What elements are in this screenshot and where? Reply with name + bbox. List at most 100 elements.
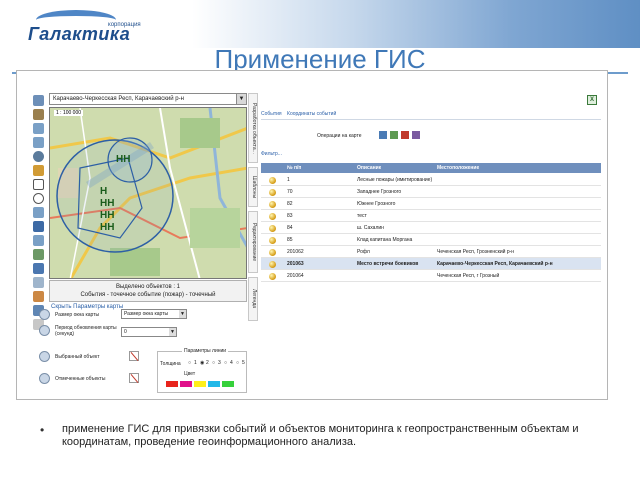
tab-editing[interactable]: Редактирование: [248, 211, 258, 273]
event-icon: [269, 189, 276, 196]
table-row[interactable]: 83 тест: [261, 210, 601, 222]
table-row[interactable]: 201063 Место встречи боевиков Карачаево-Че…: [261, 258, 601, 270]
table-row[interactable]: 82 Южнее Грозного: [261, 198, 601, 210]
event-icon: [269, 261, 276, 268]
map-size-label: Размер окна карты: [55, 312, 100, 318]
tab-event-coords[interactable]: Координаты событий: [287, 111, 336, 117]
thickness-radio[interactable]: ○: [236, 360, 239, 366]
marker-icon: [39, 373, 50, 384]
table-row[interactable]: 85 Клад капитана Моргана: [261, 234, 601, 246]
color-swatch-yellow[interactable]: [194, 381, 206, 387]
tab-templates[interactable]: Шаблоны: [248, 167, 258, 207]
chevron-down-icon[interactable]: ▼: [169, 328, 176, 336]
zoom-out-icon[interactable]: [33, 137, 44, 148]
table-row[interactable]: 201064 Чеченская Респ, г Грозный: [261, 270, 601, 282]
tab-events[interactable]: События: [261, 111, 282, 117]
color-swatch-green[interactable]: [222, 381, 234, 387]
table-row[interactable]: 84 ш. Сахалин: [261, 222, 601, 234]
tab-object-development[interactable]: Разработка объекта...: [248, 93, 258, 163]
column-description[interactable]: Описание: [357, 163, 381, 173]
refresh-value: 0: [124, 329, 127, 335]
refresh-label: Период обновления карты (секунд): [55, 325, 117, 337]
map-symbol[interactable]: НН: [100, 222, 114, 233]
route-icon[interactable]: [33, 249, 44, 260]
region-select[interactable]: Карачаево-Черкесская Респ, Карачаевский …: [49, 93, 247, 105]
table-row[interactable]: 201062 Рофл Чеченская Респ, Грозненский р-…: [261, 246, 601, 258]
thickness-radio[interactable]: ○: [224, 360, 227, 366]
polygon-icon[interactable]: [33, 179, 44, 190]
remove-from-map-icon[interactable]: [401, 131, 409, 139]
gis-screenshot: Карачаево-Черкесская Респ, Карачаевский …: [16, 70, 608, 400]
chevron-down-icon[interactable]: ▼: [236, 94, 246, 104]
selection-count: Выделено объектов : 1: [115, 284, 180, 290]
table-row[interactable]: 70 Западнее Грозного: [261, 186, 601, 198]
vertical-tabs: Разработка объекта... Шаблоны Редактиров…: [248, 93, 258, 323]
row-number: 83: [287, 213, 293, 219]
selected-pen-icon[interactable]: [129, 351, 139, 361]
selection-detail: События - точечное событие (пожар) - точ…: [80, 292, 216, 298]
map-size-select[interactable]: Размер окна карты ▼: [121, 309, 187, 319]
logo-small-text: корпорация: [108, 22, 141, 28]
thickness-option: 3: [218, 360, 221, 366]
measure-icon[interactable]: [33, 207, 44, 218]
event-icon: [269, 201, 276, 208]
row-description: Клад капитана Моргана: [357, 237, 413, 243]
link-object-icon[interactable]: [412, 131, 420, 139]
map-canvas: [50, 108, 246, 278]
event-icon: [269, 177, 276, 184]
pan-tool-icon[interactable]: [33, 95, 44, 106]
slide-caption: применение ГИС для привязки событий и об…: [62, 423, 579, 448]
row-number: 1: [287, 177, 290, 183]
map-symbol[interactable]: НН: [100, 198, 114, 209]
filter-link[interactable]: Фильтр...: [261, 151, 282, 157]
table-row[interactable]: 1 Лесные пожары (имитирование): [261, 174, 601, 186]
export-icon[interactable]: X: [587, 95, 597, 105]
color-swatch-magenta[interactable]: [180, 381, 192, 387]
selection-info: Выделено объектов : 1 События - точечное…: [49, 280, 247, 302]
line-params-box: Параметры линии Толщина ○ 1 ◉ 2 ○ 3 ○ 4 ○ 5 Ц…: [157, 348, 247, 393]
row-number: 70: [287, 189, 293, 195]
show-on-map-icon[interactable]: [379, 131, 387, 139]
zoom-in-icon[interactable]: [33, 123, 44, 134]
color-swatch-cyan[interactable]: [208, 381, 220, 387]
refresh-select[interactable]: 0 ▼: [121, 327, 177, 337]
row-number: 201063: [287, 261, 304, 267]
map-symbol[interactable]: НН: [100, 210, 114, 221]
map-scale: 1 : 100 000: [54, 110, 84, 116]
print-icon[interactable]: [33, 277, 44, 288]
search-icon[interactable]: [33, 263, 44, 274]
column-location[interactable]: Местоположение: [437, 163, 479, 173]
flag-icon[interactable]: [33, 291, 44, 302]
thickness-radio[interactable]: ○: [188, 360, 191, 366]
tabs-divider: [261, 119, 601, 120]
tab-legend[interactable]: Легенда: [248, 277, 258, 321]
circle-icon[interactable]: [33, 193, 44, 204]
column-number[interactable]: № п/п: [287, 163, 301, 173]
row-number: 201064: [287, 273, 304, 279]
clock-icon: [39, 325, 50, 336]
marked-pen-icon[interactable]: [129, 373, 139, 383]
thickness-option: 4: [230, 360, 233, 366]
event-icon: [269, 213, 276, 220]
thickness-radio[interactable]: ○: [212, 360, 215, 366]
row-number: 84: [287, 225, 293, 231]
rotate-icon[interactable]: [33, 151, 44, 162]
window-size-icon: [39, 309, 50, 320]
layers-icon[interactable]: [33, 235, 44, 246]
add-to-map-icon[interactable]: [390, 131, 398, 139]
hand-tool-icon[interactable]: [33, 109, 44, 120]
color-swatch-red[interactable]: [166, 381, 178, 387]
info-icon[interactable]: [33, 221, 44, 232]
map-operations-icons: [379, 131, 429, 141]
row-number: 201062: [287, 249, 304, 255]
map-view[interactable]: 1 : 100 000 НН Н НН НН НН: [49, 107, 247, 279]
map-symbol[interactable]: НН: [116, 154, 130, 165]
select-icon[interactable]: [33, 165, 44, 176]
map-symbol[interactable]: Н: [100, 186, 107, 197]
chevron-down-icon[interactable]: ▼: [179, 310, 186, 318]
event-icon: [269, 273, 276, 280]
events-tabs: События Координаты событий: [261, 111, 336, 117]
map-settings: Размер окна карты Размер окна карты ▼ Пе…: [39, 309, 249, 399]
thickness-radio-selected[interactable]: ◉: [200, 360, 204, 366]
row-description: Лесные пожары (имитирование): [357, 177, 433, 183]
